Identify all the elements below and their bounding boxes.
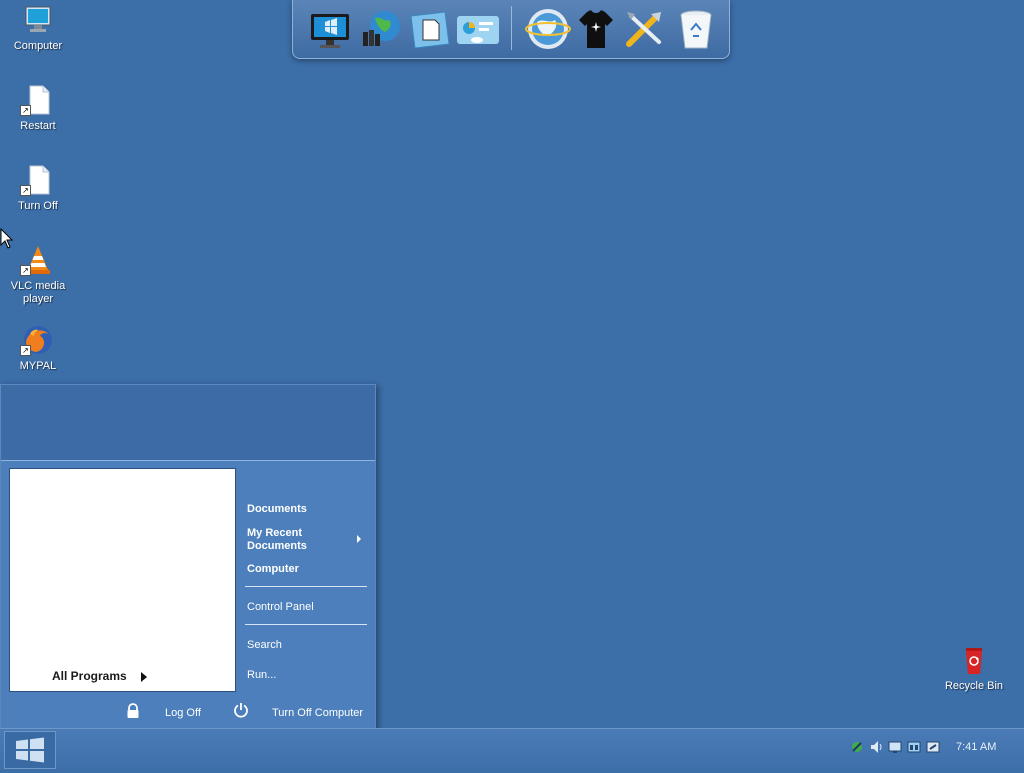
start-menu-control-panel[interactable]: Control Panel [247,601,314,613]
desktop-icon-label: Computer [13,40,63,52]
control-panel-icon[interactable] [455,6,501,52]
document-shortcut-icon: ↗ [20,84,54,116]
volume-icon[interactable] [869,739,883,755]
start-button[interactable] [4,731,56,769]
start-menu-body: All Programs Documents My Recent Documen… [1,461,375,729]
globe-network-icon[interactable] [359,6,405,52]
start-menu-footer: Log Off Turn Off Computer [1,693,375,729]
monitor-icon[interactable] [307,6,353,52]
display-icon[interactable] [888,739,902,755]
document-shortcut-icon: ↗ [20,164,54,196]
log-off-button[interactable]: Log Off [165,707,201,719]
firefox-icon: ↗ [20,324,54,356]
trash-icon[interactable] [673,6,719,52]
lock-icon [126,703,140,724]
desktop-icon-label: Recycle Bin [944,680,1004,692]
submenu-arrow-icon [357,535,361,543]
shortcut-arrow-icon: ↗ [20,105,31,116]
internet-globe-icon[interactable] [525,6,571,52]
desktop-icon-label: Turn Off [18,200,58,212]
menu-divider [245,586,367,587]
start-menu-computer[interactable]: Computer [247,563,299,575]
start-menu: All Programs Documents My Recent Documen… [0,384,376,730]
recycle-bin-icon [958,644,990,676]
start-menu-header [1,385,375,461]
tools-icon[interactable] [621,6,667,52]
shortcut-arrow-icon: ↗ [20,345,31,356]
desktop-icon-label: VLC media player [10,280,66,305]
windows-logo-icon [16,737,44,763]
menu-divider [245,624,367,625]
desktop-icon-label: MYPAL [19,360,57,372]
all-programs-button[interactable]: All Programs [52,669,147,683]
keyboard-icon[interactable] [907,739,921,755]
application-dock [292,0,730,59]
vlc-icon: ↗ [20,244,54,276]
computer-icon [22,4,54,36]
folder-document-icon[interactable] [407,6,453,52]
chevron-right-icon [140,671,147,682]
desktop-icon-mypal[interactable]: ↗ MYPAL [0,324,76,373]
mouse-cursor-icon [0,227,14,255]
power-icon [233,702,249,723]
desktop-icon-recycle-bin[interactable]: Recycle Bin [936,644,1012,693]
network-icon[interactable] [850,739,864,755]
dock-separator [511,6,512,50]
taskbar: 7:41 AM [0,728,1024,769]
start-menu-documents[interactable]: Documents [247,503,307,515]
taskbar-clock[interactable]: 7:41 AM [956,741,996,753]
start-menu-search[interactable]: Search [247,639,282,651]
desktop-icon-label: Restart [20,120,56,132]
start-menu-run[interactable]: Run... [247,669,276,681]
tshirt-icon[interactable] [573,6,619,52]
desktop-icon-turn-off[interactable]: ↗ Turn Off [0,164,76,213]
tools-tray-icon[interactable] [926,739,940,755]
all-programs-label: All Programs [52,669,127,683]
shortcut-arrow-icon: ↗ [20,265,31,276]
pinned-programs-pane: All Programs [9,468,236,692]
desktop-icon-computer[interactable]: Computer [0,4,76,53]
recent-documents-label: My Recent Documents [247,527,307,552]
turn-off-computer-button[interactable]: Turn Off Computer [272,707,363,719]
shortcut-arrow-icon: ↗ [20,185,31,196]
start-menu-recent-documents[interactable]: My Recent Documents [247,527,327,553]
desktop-icon-restart[interactable]: ↗ Restart [0,84,76,133]
